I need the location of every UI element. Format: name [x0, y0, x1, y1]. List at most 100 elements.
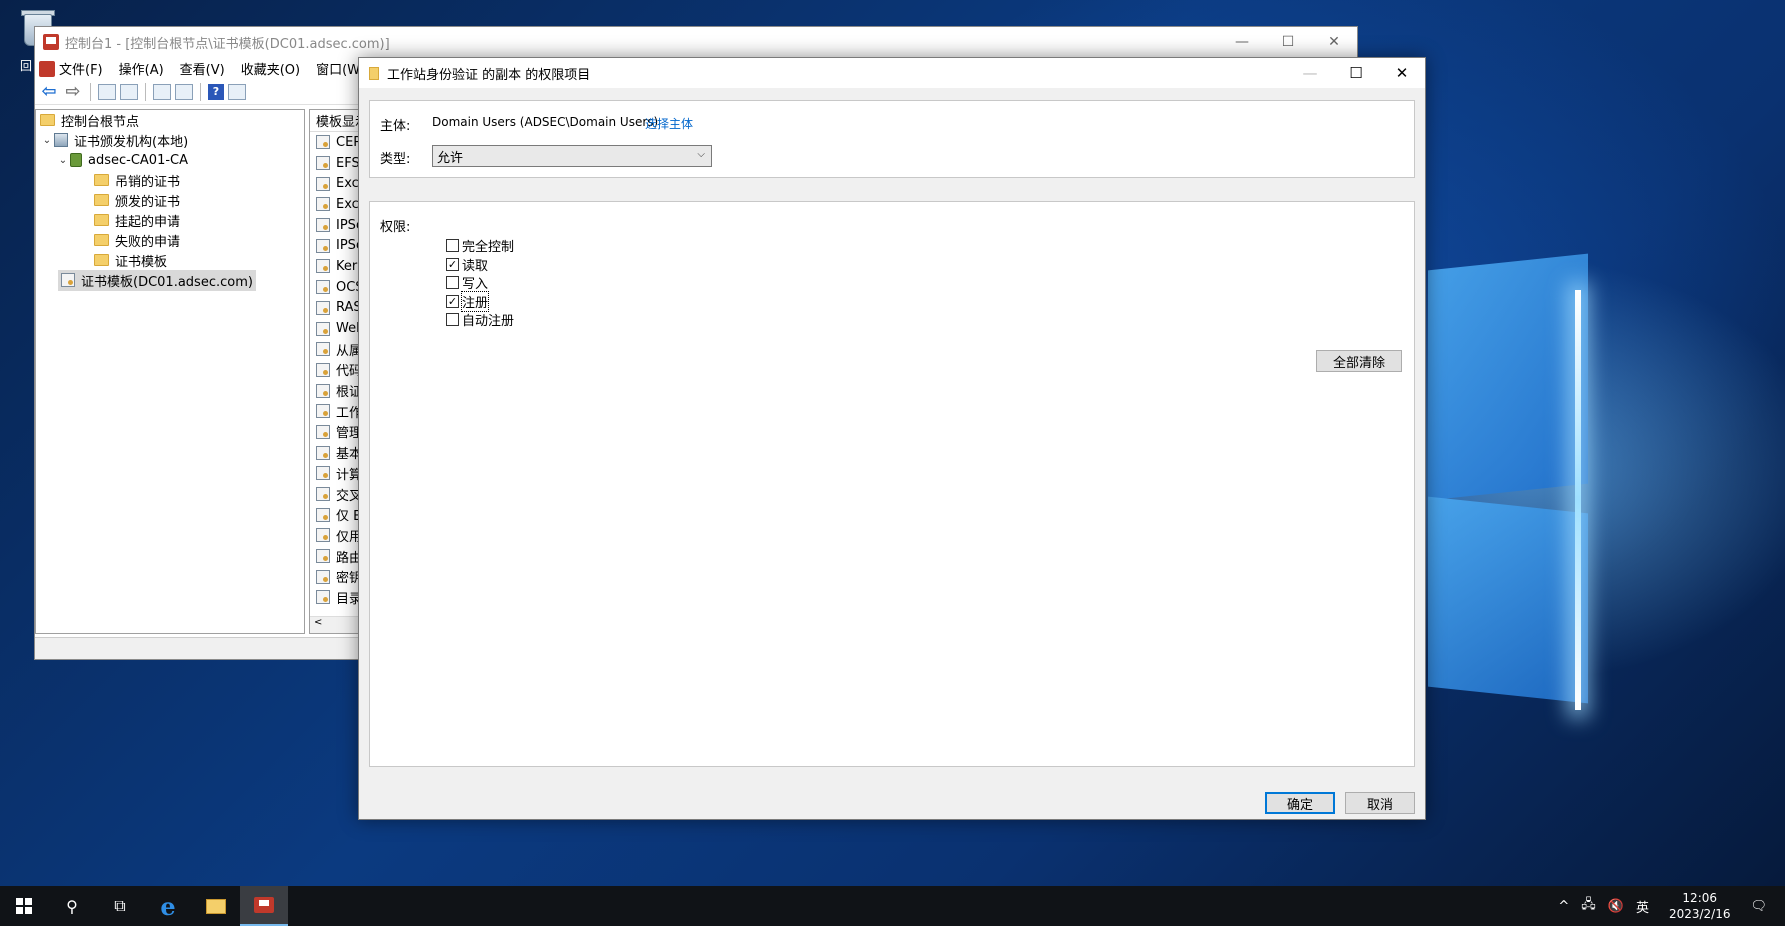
- template-icon: [316, 300, 330, 315]
- mmc-title-bar: 控制台1 - [控制台根节点\证书模板(DC01.adsec.com)] — ☐…: [35, 27, 1357, 57]
- minimize-icon[interactable]: —: [1219, 27, 1265, 57]
- template-icon: [316, 362, 330, 377]
- template-icon: [316, 280, 330, 295]
- menu-view[interactable]: 查看(V): [180, 59, 225, 78]
- show-hide-tree-icon[interactable]: [120, 83, 138, 100]
- properties-icon[interactable]: [153, 83, 171, 100]
- mmc-taskbar-button[interactable]: [240, 886, 288, 926]
- minimize-icon: —: [1302, 64, 1318, 82]
- tree-item-templates-dc01[interactable]: 证书模板(DC01.adsec.com): [36, 269, 304, 291]
- mmc-app-icon: [43, 34, 59, 50]
- folder-icon: [94, 214, 109, 226]
- template-icon: [316, 321, 330, 336]
- maximize-icon[interactable]: ☐: [1265, 27, 1311, 57]
- ca-server-icon: [70, 153, 82, 167]
- file-explorer-icon: [206, 898, 226, 914]
- tree-item-cert-templates[interactable]: 证书模板: [36, 250, 304, 270]
- tree-item-failed[interactable]: 失败的申请: [36, 230, 304, 250]
- folder-icon: [94, 234, 109, 246]
- tree-item-revoked[interactable]: 吊销的证书: [36, 170, 304, 190]
- task-view-button[interactable]: ⧉: [96, 886, 144, 926]
- close-icon[interactable]: ✕: [1311, 27, 1357, 57]
- tree-item-ca-server[interactable]: ⌄ adsec-CA01-CA: [36, 150, 304, 170]
- permission-row[interactable]: 自动注册: [446, 310, 514, 329]
- folder-icon: [94, 254, 109, 266]
- checkbox-checked[interactable]: ✓: [446, 257, 459, 271]
- permission-label: 自动注册: [462, 314, 515, 329]
- folder-icon: [369, 66, 379, 80]
- template-icon: [316, 218, 330, 233]
- volume-muted-icon[interactable]: 🔇: [1608, 899, 1624, 914]
- template-icon: [316, 342, 330, 357]
- system-tray: ^ 🖧 🔇 英 12:06 2023/2/16 🗨: [1552, 886, 1785, 926]
- close-icon[interactable]: ✕: [1379, 58, 1425, 88]
- checkbox-checked[interactable]: ✓: [446, 294, 459, 308]
- menu-action[interactable]: 操作(A): [119, 59, 164, 78]
- tree-item-issued[interactable]: 颁发的证书: [36, 190, 304, 210]
- checkbox-unchecked[interactable]: [446, 239, 459, 252]
- template-icon: [316, 238, 330, 253]
- template-icon: [316, 197, 330, 212]
- help-icon[interactable]: ?: [208, 83, 224, 100]
- network-icon[interactable]: 🖧: [1581, 895, 1596, 917]
- permission-entry-dialog: 工作站身份验证 的副本 的权限项目 — ☐ ✕ 主体: Domain Users…: [358, 57, 1426, 820]
- permission-label: 读取: [462, 258, 489, 274]
- chevron-up-icon[interactable]: ^: [1558, 899, 1569, 914]
- clock-time: 12:06: [1682, 891, 1718, 905]
- back-arrow-icon[interactable]: ⇦: [39, 81, 59, 102]
- cancel-button[interactable]: 取消: [1345, 792, 1415, 814]
- template-icon: [316, 156, 330, 171]
- folder-icon: [94, 194, 109, 206]
- principal-value: Domain Users (ADSEC\Domain Users): [432, 115, 659, 129]
- template-icon: [316, 549, 330, 564]
- tree-item-ca-local[interactable]: ⌄ 证书颁发机构(本地): [36, 130, 304, 150]
- ie-taskbar-button[interactable]: e: [144, 886, 192, 926]
- certificate-authority-icon: [54, 133, 68, 147]
- checkbox-unchecked[interactable]: [446, 276, 459, 289]
- clear-all-button[interactable]: 全部清除: [1316, 350, 1402, 372]
- export-list-icon[interactable]: [175, 83, 193, 100]
- up-folder-icon[interactable]: [98, 83, 116, 100]
- menu-file[interactable]: 文件(F): [59, 59, 103, 78]
- tree-item-console-root[interactable]: 控制台根节点: [36, 110, 304, 130]
- ime-indicator[interactable]: 英: [1636, 897, 1649, 916]
- permission-row[interactable]: 写入: [446, 273, 488, 292]
- type-label: 类型:: [380, 152, 411, 167]
- search-button[interactable]: ⚲: [48, 886, 96, 926]
- permission-label: 完全控制: [462, 240, 515, 255]
- mmc-window-title: 控制台1 - [控制台根节点\证书模板(DC01.adsec.com)]: [65, 36, 390, 52]
- forward-arrow-icon[interactable]: ⇨: [63, 81, 83, 102]
- clock[interactable]: 12:06 2023/2/16: [1669, 890, 1731, 922]
- template-icon: [316, 445, 330, 460]
- taskbar: ⚲ ⧉ e ^ 🖧 🔇 英 12:06 2023/2/16 🗨: [0, 886, 1785, 926]
- tree-item-pending[interactable]: 挂起的申请: [36, 210, 304, 230]
- internet-explorer-icon: e: [160, 891, 176, 921]
- template-icon: [316, 466, 330, 481]
- menu-favorites[interactable]: 收藏夹(O): [241, 59, 300, 78]
- template-icon: [316, 569, 330, 584]
- mmc-menu-icon[interactable]: [39, 61, 55, 77]
- type-select[interactable]: 允许 ⌵: [432, 145, 712, 167]
- ok-button[interactable]: 确定: [1265, 792, 1335, 814]
- select-principal-link[interactable]: 选择主体: [645, 115, 693, 132]
- start-button[interactable]: [0, 886, 48, 926]
- template-icon: [316, 176, 330, 191]
- permission-row[interactable]: 完全控制: [446, 236, 514, 255]
- permission-row[interactable]: ✓ 读取: [446, 255, 488, 274]
- permission-label: 写入: [462, 277, 489, 292]
- notification-icon[interactable]: 🗨: [1750, 899, 1767, 914]
- chevron-down-icon[interactable]: ⌄: [40, 135, 54, 146]
- chevron-down-icon[interactable]: ⌄: [56, 155, 70, 166]
- template-icon: [316, 487, 330, 502]
- dialog-title-bar: 工作站身份验证 的副本 的权限项目 — ☐ ✕: [359, 58, 1425, 88]
- permission-label: 注册: [460, 290, 490, 312]
- explorer-taskbar-button[interactable]: [192, 886, 240, 926]
- folder-icon: [94, 174, 109, 186]
- maximize-icon[interactable]: ☐: [1333, 58, 1379, 88]
- template-icon: [316, 424, 330, 439]
- permission-row[interactable]: ✓ 注册: [446, 290, 490, 312]
- template-icon: [316, 528, 330, 543]
- checkbox-unchecked[interactable]: [446, 313, 459, 326]
- action-pane-icon[interactable]: [228, 83, 246, 100]
- windows-start-icon: [16, 898, 32, 914]
